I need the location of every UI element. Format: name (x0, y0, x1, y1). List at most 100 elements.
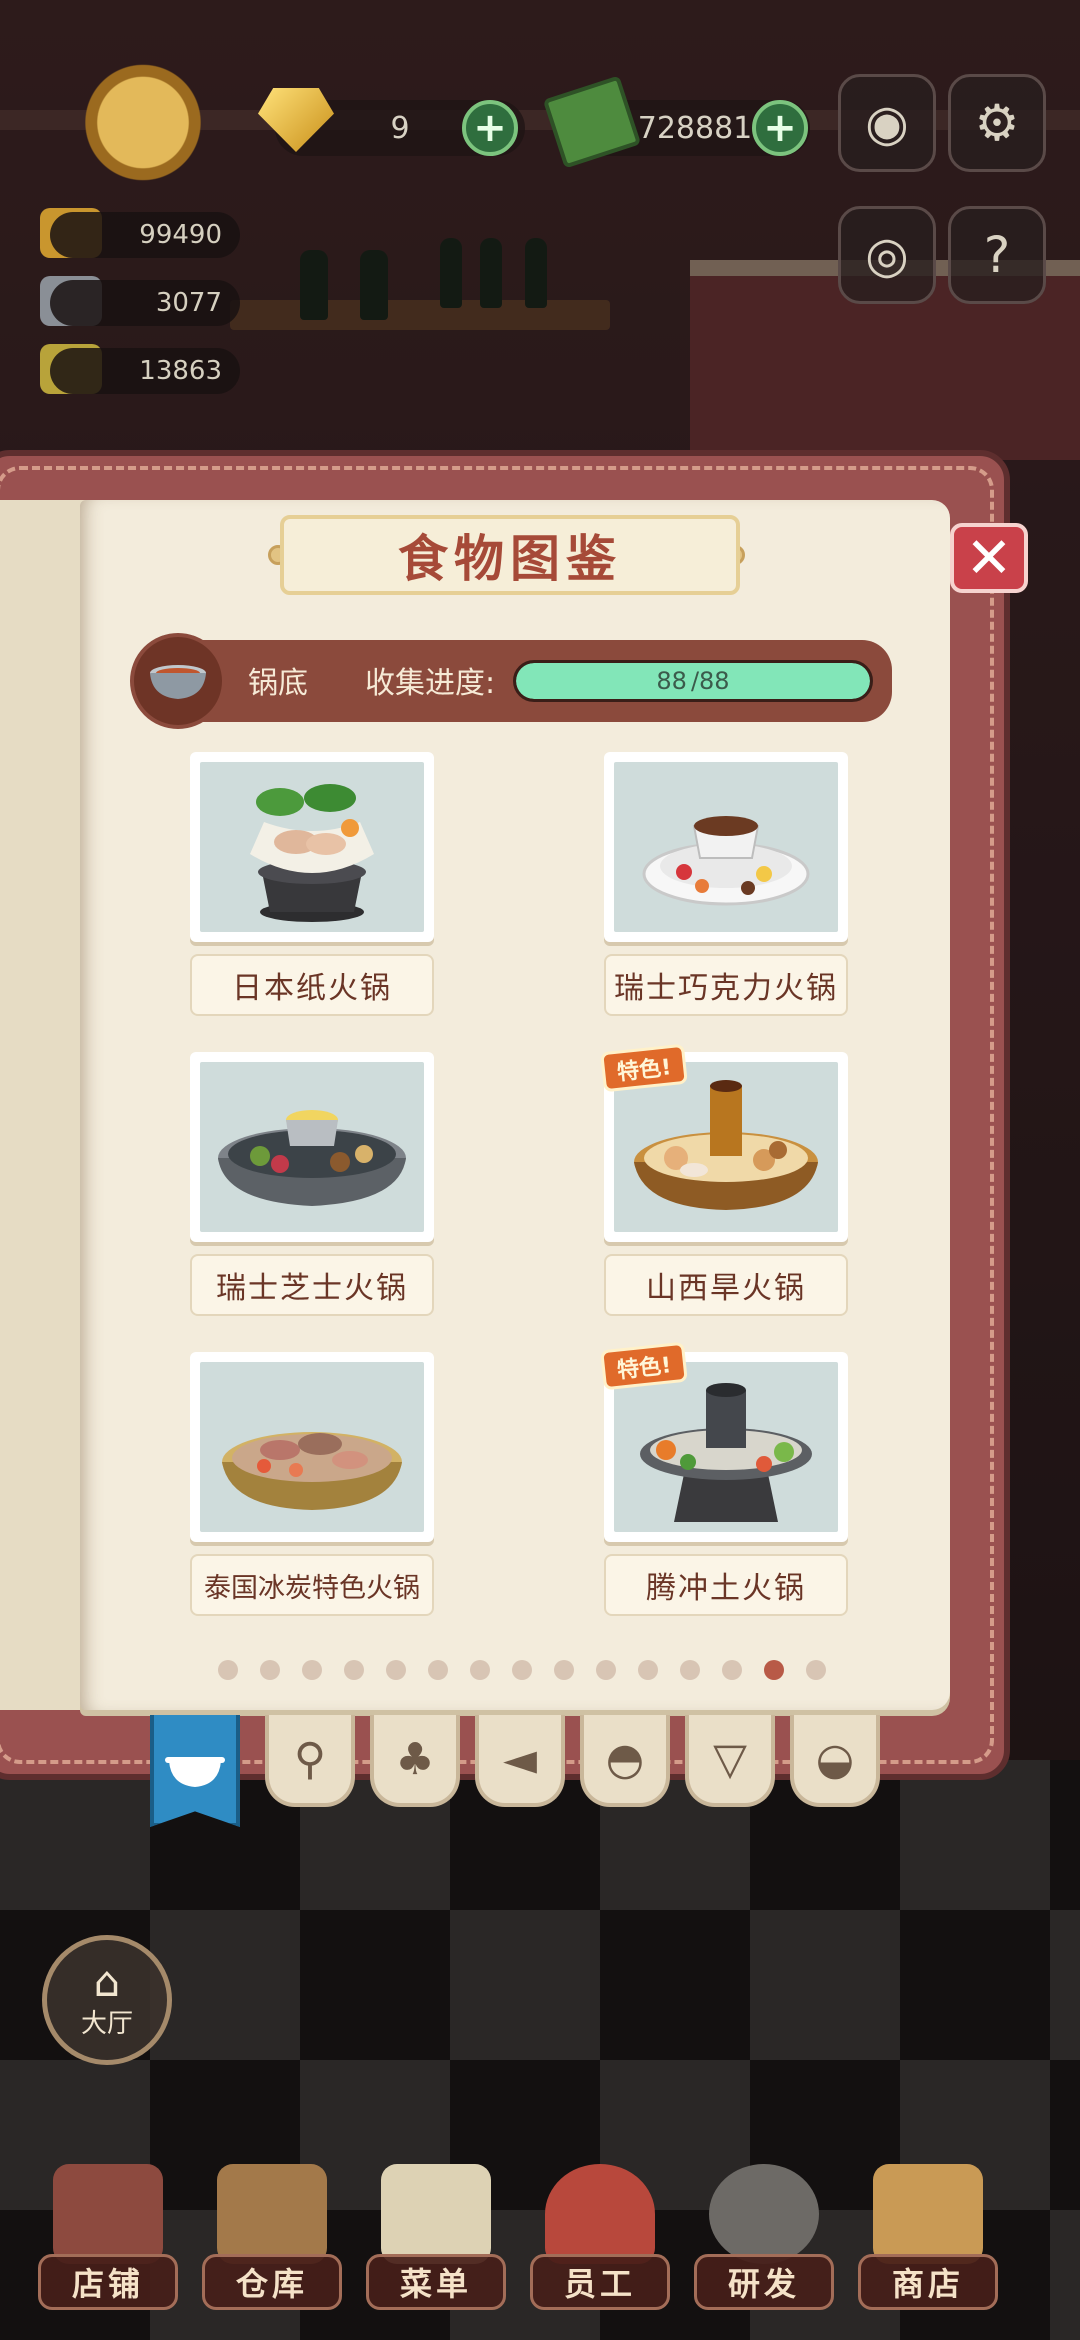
thai-charcoal-hotpot-icon (222, 1432, 402, 1510)
food-name-text: 山西旱火锅 (646, 1271, 806, 1306)
visibility-button[interactable]: ◎ (838, 206, 936, 304)
nav-menu[interactable]: 菜单 (366, 2140, 506, 2310)
nav-label: 店铺 (38, 2254, 178, 2310)
food-name-text: 瑞士芝士火锅 (216, 1271, 408, 1306)
page-dot[interactable] (722, 1660, 742, 1680)
food-thumbnail (614, 1362, 838, 1532)
camera-button[interactable]: ◉ (838, 74, 936, 172)
food-card[interactable] (190, 752, 434, 942)
page-dot[interactable] (218, 1660, 238, 1680)
paper-hotpot-icon (250, 784, 374, 922)
stat-value: 13863 (139, 356, 222, 386)
stat-tickets: 13863 (50, 348, 240, 394)
food-name: 日本纸火锅 (190, 954, 434, 1016)
food-card[interactable] (190, 1052, 434, 1242)
food-name-text: 日本纸火锅 (232, 971, 392, 1006)
food-thumbnail (200, 762, 424, 932)
page-dot[interactable] (638, 1660, 658, 1680)
stat-reputation: 99490 (50, 212, 240, 258)
food-name: 泰国冰炭特色火锅 (190, 1554, 434, 1616)
book-title: 食物图鉴 (280, 515, 740, 595)
nav-research[interactable]: 研发 (694, 2140, 834, 2310)
food-name-text: 泰国冰炭特色火锅 (204, 1572, 420, 1604)
eye-icon: ◎ (865, 226, 909, 284)
help-book-button[interactable]: ? (948, 206, 1046, 304)
collection-progress-bar: 88 /88 (513, 660, 873, 702)
page-dot[interactable] (596, 1660, 616, 1680)
food-thumbnail (200, 1062, 424, 1232)
crate-icon (217, 2164, 327, 2264)
add-cash-button[interactable]: + (752, 100, 808, 156)
food-name: 瑞士芝士火锅 (190, 1254, 434, 1316)
chef-icon (545, 2164, 655, 2264)
food-name: 腾冲土火锅 (604, 1554, 848, 1616)
page-dot[interactable] (260, 1660, 280, 1680)
nav-shop[interactable]: 商店 (858, 2140, 998, 2310)
cheese-fondue-icon (218, 1110, 406, 1206)
hotpot-base-icon (165, 1757, 225, 1787)
progress-total: /88 (690, 667, 730, 695)
shop-icon (873, 2164, 983, 2264)
tab-vegetables[interactable]: ♣ (370, 1715, 460, 1807)
house-icon: ⌂ (93, 1956, 121, 2006)
close-icon: ✕ (965, 525, 1013, 591)
food-card[interactable] (190, 1352, 434, 1542)
chef-rank-trophy-icon[interactable] (48, 64, 238, 194)
nav-staff[interactable]: 员工 (530, 2140, 670, 2310)
nav-label: 仓库 (202, 2254, 342, 2310)
cash-amount: 728881 (637, 110, 753, 146)
tengchong-clay-hotpot-icon (640, 1383, 812, 1522)
stat-value: 3077 (155, 288, 222, 318)
category-icon (130, 633, 226, 729)
close-button[interactable]: ✕ (950, 523, 1028, 593)
nav-label: 员工 (530, 2254, 670, 2310)
nav-label: 研发 (694, 2254, 834, 2310)
tab-drinks[interactable]: ▽ (685, 1715, 775, 1807)
lobby-label: 大厅 (80, 2008, 133, 2039)
cooking-pot-icon (709, 2164, 819, 2264)
wine-glass-icon: ▽ (713, 1733, 747, 1785)
page-dot[interactable] (302, 1660, 322, 1680)
page-dot[interactable] (806, 1660, 826, 1680)
nav-warehouse[interactable]: 仓库 (202, 2140, 342, 2310)
tab-meat[interactable]: ⚲ (265, 1715, 355, 1807)
page-dot[interactable] (386, 1660, 406, 1680)
food-card[interactable] (604, 752, 848, 942)
settings-button[interactable]: ⚙ (948, 74, 1046, 172)
page-dot[interactable] (428, 1660, 448, 1680)
gear-icon: ⚙ (974, 94, 1020, 152)
book-title-text: 食物图鉴 (398, 530, 622, 588)
hotpot-icon (150, 665, 206, 699)
food-name-text: 瑞士巧克力火锅 (614, 971, 838, 1006)
add-gold-button[interactable]: + (462, 100, 518, 156)
clipboard-icon (381, 2164, 491, 2264)
store-icon (53, 2164, 163, 2264)
badge-text: 特色! (616, 1055, 673, 1086)
page-dot[interactable] (512, 1660, 532, 1680)
broccoli-icon: ♣ (395, 1733, 435, 1785)
gold-amount: 9 (390, 110, 410, 146)
food-thumbnail (614, 762, 838, 932)
lobby-button[interactable]: ⌂ 大厅 (42, 1935, 172, 2065)
nav-label: 商店 (858, 2254, 998, 2310)
page-dot[interactable] (764, 1660, 784, 1680)
page-dot[interactable] (470, 1660, 490, 1680)
page-indicator (218, 1660, 826, 1680)
tab-hotpot-base[interactable] (150, 1715, 240, 1827)
category-name: 锅底 (248, 666, 308, 701)
page-dot[interactable] (680, 1660, 700, 1680)
food-name: 瑞士巧克力火锅 (604, 954, 848, 1016)
food-thumbnail (200, 1362, 424, 1532)
tab-seafood[interactable]: ◄ (475, 1715, 565, 1807)
food-name: 山西旱火锅 (604, 1254, 848, 1316)
stat-dishes: 3077 (50, 280, 240, 326)
stat-value: 99490 (139, 220, 222, 250)
tab-desserts[interactable]: ◒ (790, 1715, 880, 1807)
progress-label: 收集进度: (365, 666, 496, 701)
page-dot[interactable] (344, 1660, 364, 1680)
page-dot[interactable] (554, 1660, 574, 1680)
nav-store[interactable]: 店铺 (38, 2140, 178, 2310)
drumstick-icon: ⚲ (293, 1733, 327, 1785)
help-book-icon: ? (983, 226, 1011, 284)
tab-staples[interactable]: ◓ (580, 1715, 670, 1807)
